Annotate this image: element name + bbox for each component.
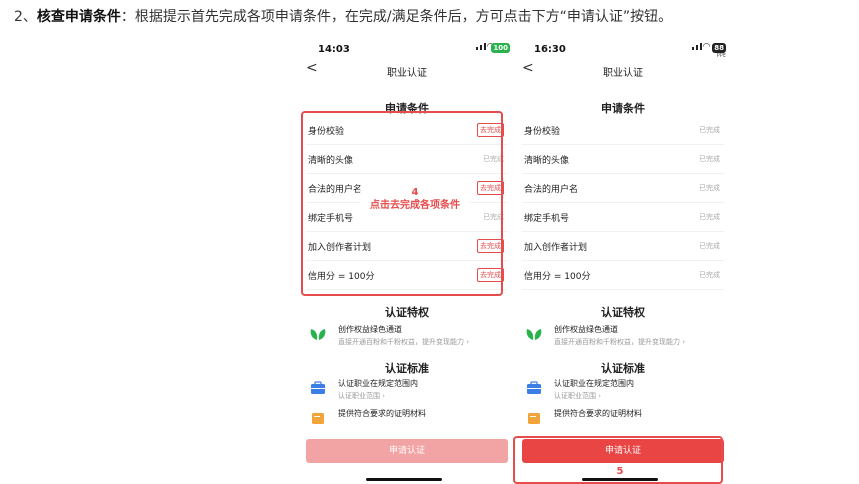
standard-item[interactable]: 认证职业在规定范围内 认证职业范围 › <box>298 374 516 404</box>
condition-row: 绑定手机号 已完成 <box>522 203 724 232</box>
condition-row: 清晰的头像 已完成 <box>522 145 724 174</box>
standard-item[interactable]: 认证职业在规定范围内 认证职业范围 › <box>514 374 732 404</box>
nav-bar: < 职业认证 <box>298 60 516 82</box>
privilege-desc: 直接开通百粉和千粉权益，提升变现能力 › <box>554 338 686 346</box>
standard-title: 认证职业在规定范围内 <box>554 379 634 388</box>
home-indicator <box>366 478 442 481</box>
wifi-icon: ◠ <box>703 42 710 52</box>
battery-icon: 100 <box>491 43 510 53</box>
leaf-icon <box>526 326 542 345</box>
section-title-standards: 认证标准 <box>385 362 429 375</box>
condition-label: 合法的用户名 <box>524 184 579 195</box>
conditions-list: 身份校验 已完成 清晰的头像 已完成 合法的用户名 已完成 绑定手机号 已完成 加入创作… <box>522 116 724 290</box>
standard-desc: 认证职业范围 › <box>554 392 602 400</box>
completed-status: 已完成 <box>699 242 720 250</box>
section-title-conditions: 申请条件 <box>601 102 645 115</box>
page-title: 职业认证 <box>603 68 643 79</box>
standard-desc: 认证职业范围 › <box>338 392 386 400</box>
annotation-number: 4 <box>411 187 419 198</box>
document-icon <box>310 410 326 429</box>
standard-title: 提供符合要求的证明材料 <box>554 409 642 418</box>
condition-label: 清晰的头像 <box>524 155 570 166</box>
privilege-item[interactable]: 创作权益绿色通道直接开通百粉和千粉权益，提升变现能力 › <box>298 318 516 352</box>
battery-icon: 88 <box>712 43 726 53</box>
status-bar: 16:30 ◠ 88 PPE <box>514 38 732 60</box>
instruction-step: 2、 <box>14 9 37 25</box>
signal-icon <box>692 43 702 50</box>
annotation-text: 点击去完成各项条件 <box>370 200 460 211</box>
condition-label: 加入创作者计划 <box>524 242 588 253</box>
condition-label: 信用分 = 100分 <box>524 271 591 282</box>
condition-row: 身份校验 已完成 <box>522 116 724 145</box>
leaf-icon <box>310 326 326 345</box>
completed-status: 已完成 <box>699 184 720 192</box>
status-time: 16:30 <box>534 44 566 55</box>
phone-screenshot-after: 16:30 ◠ 88 PPE < 职业认证 申请条件 身份校验 已完成 清晰的头像… <box>514 38 732 484</box>
instruction-text: 2、核查申请条件：根据提示首先完成各项申请条件，在完成/满足条件后，方可点击下方… <box>14 6 672 26</box>
ppe-label: PPE <box>716 53 726 59</box>
page-title: 职业认证 <box>387 68 427 79</box>
signal-icon <box>476 43 486 50</box>
section-title-privileges: 认证特权 <box>601 306 645 319</box>
instruction-bold: 核查申请条件 <box>36 9 121 25</box>
condition-row: 加入创作者计划 已完成 <box>522 232 724 261</box>
standard-title: 提供符合要求的证明材料 <box>338 409 426 418</box>
document-icon <box>526 410 542 429</box>
privilege-title: 创作权益绿色通道 <box>554 325 618 334</box>
condition-row: 信用分 = 100分 已完成 <box>522 261 724 290</box>
section-title-privileges: 认证特权 <box>385 306 429 319</box>
standard-title: 认证职业在规定范围内 <box>338 379 418 388</box>
status-time: 14:03 <box>318 44 350 55</box>
section-title-standards: 认证标准 <box>601 362 645 375</box>
status-bar: 14:03 ◠ 100 <box>298 38 516 60</box>
completed-status: 已完成 <box>699 213 720 221</box>
briefcase-icon <box>310 380 326 399</box>
annotation-step-4: 4 点击去完成各项条件 <box>360 186 470 212</box>
completed-status: 已完成 <box>699 271 720 279</box>
standard-item: 提供符合要求的证明材料 <box>298 404 516 434</box>
apply-certification-button[interactable]: 申请认证 <box>306 439 508 463</box>
completed-status: 已完成 <box>699 155 720 163</box>
instruction-rest: ：根据提示首先完成各项申请条件，在完成/满足条件后，方可点击下方“申请认证”按钮… <box>120 9 673 25</box>
annotation-step-5: 5 <box>610 466 630 477</box>
privilege-title: 创作权益绿色通道 <box>338 325 402 334</box>
completed-status: 已完成 <box>699 126 720 134</box>
condition-label: 身份校验 <box>524 126 561 137</box>
privilege-desc: 直接开通百粉和千粉权益，提升变现能力 › <box>338 338 470 346</box>
privilege-item[interactable]: 创作权益绿色通道直接开通百粉和千粉权益，提升变现能力 › <box>514 318 732 352</box>
standard-item: 提供符合要求的证明材料 <box>514 404 732 434</box>
condition-row: 合法的用户名 已完成 <box>522 174 724 203</box>
condition-label: 绑定手机号 <box>524 213 570 224</box>
briefcase-icon <box>526 380 542 399</box>
nav-bar: < 职业认证 <box>514 60 732 82</box>
